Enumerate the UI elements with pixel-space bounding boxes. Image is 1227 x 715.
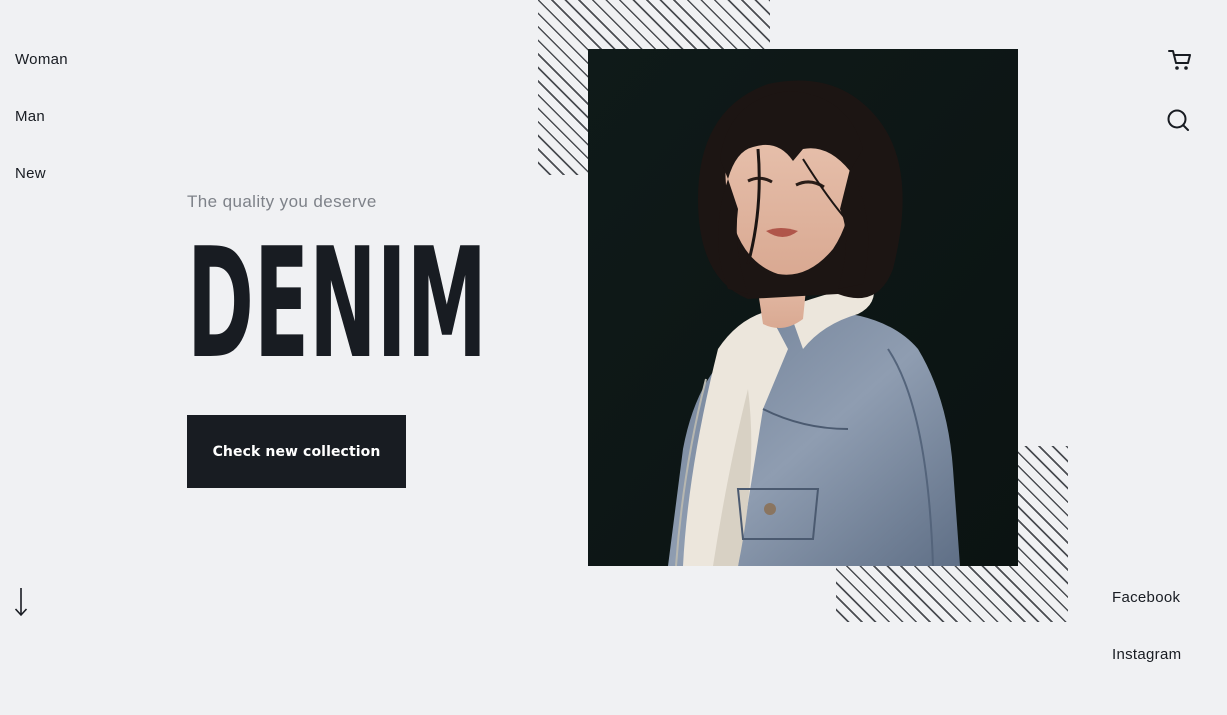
model-illustration	[588, 49, 1018, 566]
arrow-down-icon[interactable]	[12, 586, 30, 618]
cart-icon-svg	[1168, 50, 1191, 70]
search-icon[interactable]	[1164, 106, 1192, 134]
social-link-instagram[interactable]: Instagram	[1112, 646, 1181, 664]
arrow-down-icon-svg	[14, 588, 28, 617]
hero-title-text: DENIM	[187, 228, 487, 368]
hero-tagline: The quality you deserve	[187, 192, 377, 211]
check-new-collection-button[interactable]: Check new collection	[187, 415, 406, 488]
hero-title: DENIM	[187, 228, 497, 368]
hero-title-svg: DENIM	[187, 228, 487, 368]
nav-item-man[interactable]: Man	[15, 108, 45, 126]
nav-item-woman[interactable]: Woman	[15, 51, 68, 69]
landing-page: Woman Man New The quality you deserve DE…	[0, 0, 1227, 715]
search-icon-svg	[1167, 109, 1189, 131]
cart-icon[interactable]	[1166, 46, 1194, 74]
nav-item-new[interactable]: New	[15, 165, 46, 183]
hero-photo	[588, 49, 1018, 566]
social-link-facebook[interactable]: Facebook	[1112, 589, 1180, 607]
